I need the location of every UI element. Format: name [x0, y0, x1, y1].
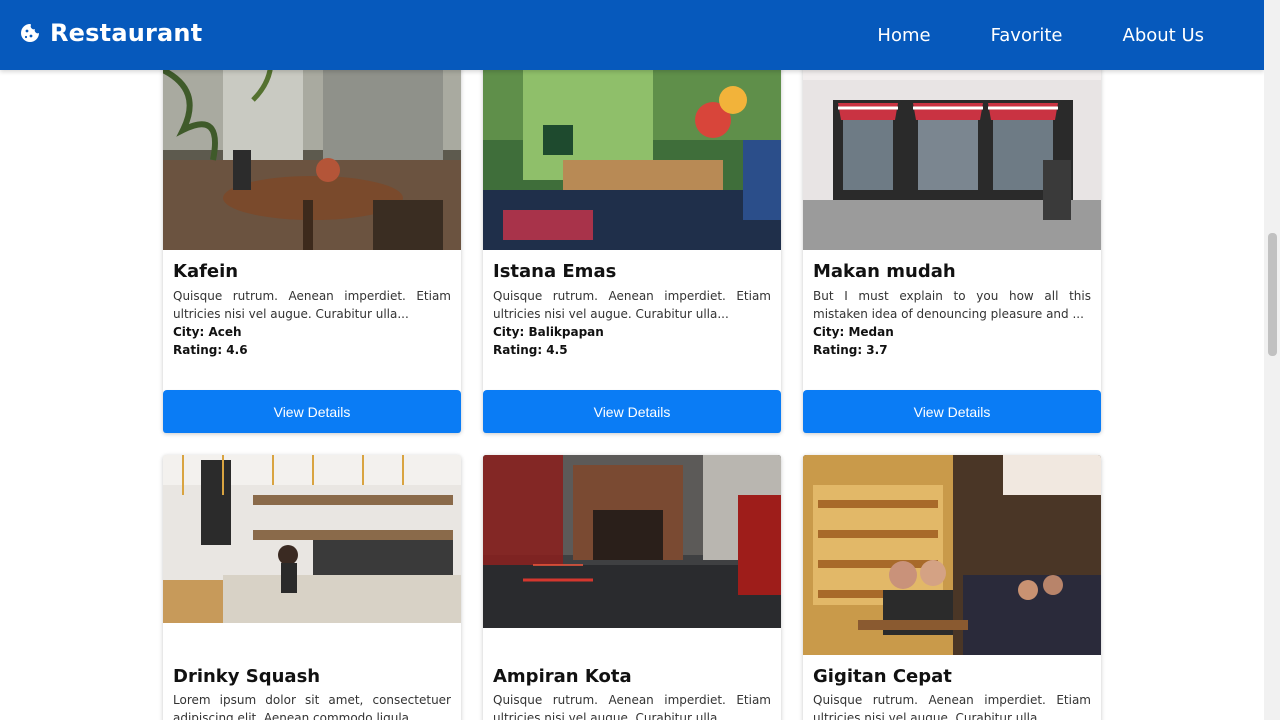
restaurant-rating: Rating: 4.5	[493, 343, 568, 357]
scrollbar-thumb[interactable]	[1268, 233, 1277, 356]
top-navbar: Restaurant Home Favorite About Us	[0, 0, 1264, 70]
view-details-button[interactable]: View Details	[483, 390, 781, 433]
restaurant-card: Ampiran Kota Quisque rutrum. Aenean impe…	[483, 455, 781, 720]
restaurant-name: Istana Emas	[493, 261, 617, 282]
restaurant-description: But I must explain to you how all this m…	[813, 289, 1091, 321]
restaurant-rating: Rating: 3.7	[813, 343, 888, 357]
restaurant-name: Gigitan Cepat	[813, 666, 952, 687]
brand-title: Restaurant	[50, 19, 203, 47]
restaurant-description: Quisque rutrum. Aenean imperdiet. Etiam …	[173, 289, 451, 321]
view-details-button[interactable]: View Details	[163, 390, 461, 433]
restaurant-image	[163, 455, 461, 623]
restaurant-name: Drinky Squash	[173, 666, 321, 687]
restaurant-card: Makan mudah But I must explain to you ho…	[803, 30, 1101, 433]
view-details-button[interactable]: View Details	[803, 390, 1101, 433]
main-nav: Home Favorite About Us	[817, 0, 1204, 70]
restaurant-card: Drinky Squash Lorem ipsum dolor sit amet…	[163, 455, 461, 720]
restaurant-card: Istana Emas Quisque rutrum. Aenean imper…	[483, 30, 781, 433]
restaurant-description: Quisque rutrum. Aenean imperdiet. Etiam …	[493, 693, 771, 720]
restaurant-image	[803, 455, 1101, 655]
cookie-icon	[21, 24, 39, 42]
nav-link-home[interactable]: Home	[877, 25, 930, 46]
nav-link-about-us[interactable]: About Us	[1123, 25, 1205, 46]
restaurant-description: Quisque rutrum. Aenean imperdiet. Etiam …	[813, 693, 1091, 720]
restaurant-card: Kafein Quisque rutrum. Aenean imperdiet.…	[163, 30, 461, 433]
restaurant-image	[483, 455, 781, 628]
restaurant-name: Makan mudah	[813, 261, 956, 282]
restaurant-name: Kafein	[173, 261, 239, 282]
vertical-scrollbar[interactable]	[1264, 0, 1280, 720]
nav-link-favorite[interactable]: Favorite	[991, 25, 1063, 46]
restaurant-city: City: Medan	[813, 325, 894, 339]
restaurant-description: Lorem ipsum dolor sit amet, consectetuer…	[173, 693, 451, 720]
restaurant-city: City: Aceh	[173, 325, 242, 339]
restaurant-rating: Rating: 4.6	[173, 343, 248, 357]
restaurant-card: Gigitan Cepat Quisque rutrum. Aenean imp…	[803, 455, 1101, 720]
page-viewport: Kafein Quisque rutrum. Aenean imperdiet.…	[0, 0, 1264, 720]
restaurant-name: Ampiran Kota	[493, 666, 632, 687]
restaurant-city: City: Balikpapan	[493, 325, 604, 339]
restaurant-description: Quisque rutrum. Aenean imperdiet. Etiam …	[493, 289, 771, 321]
brand[interactable]: Restaurant	[19, 19, 202, 47]
